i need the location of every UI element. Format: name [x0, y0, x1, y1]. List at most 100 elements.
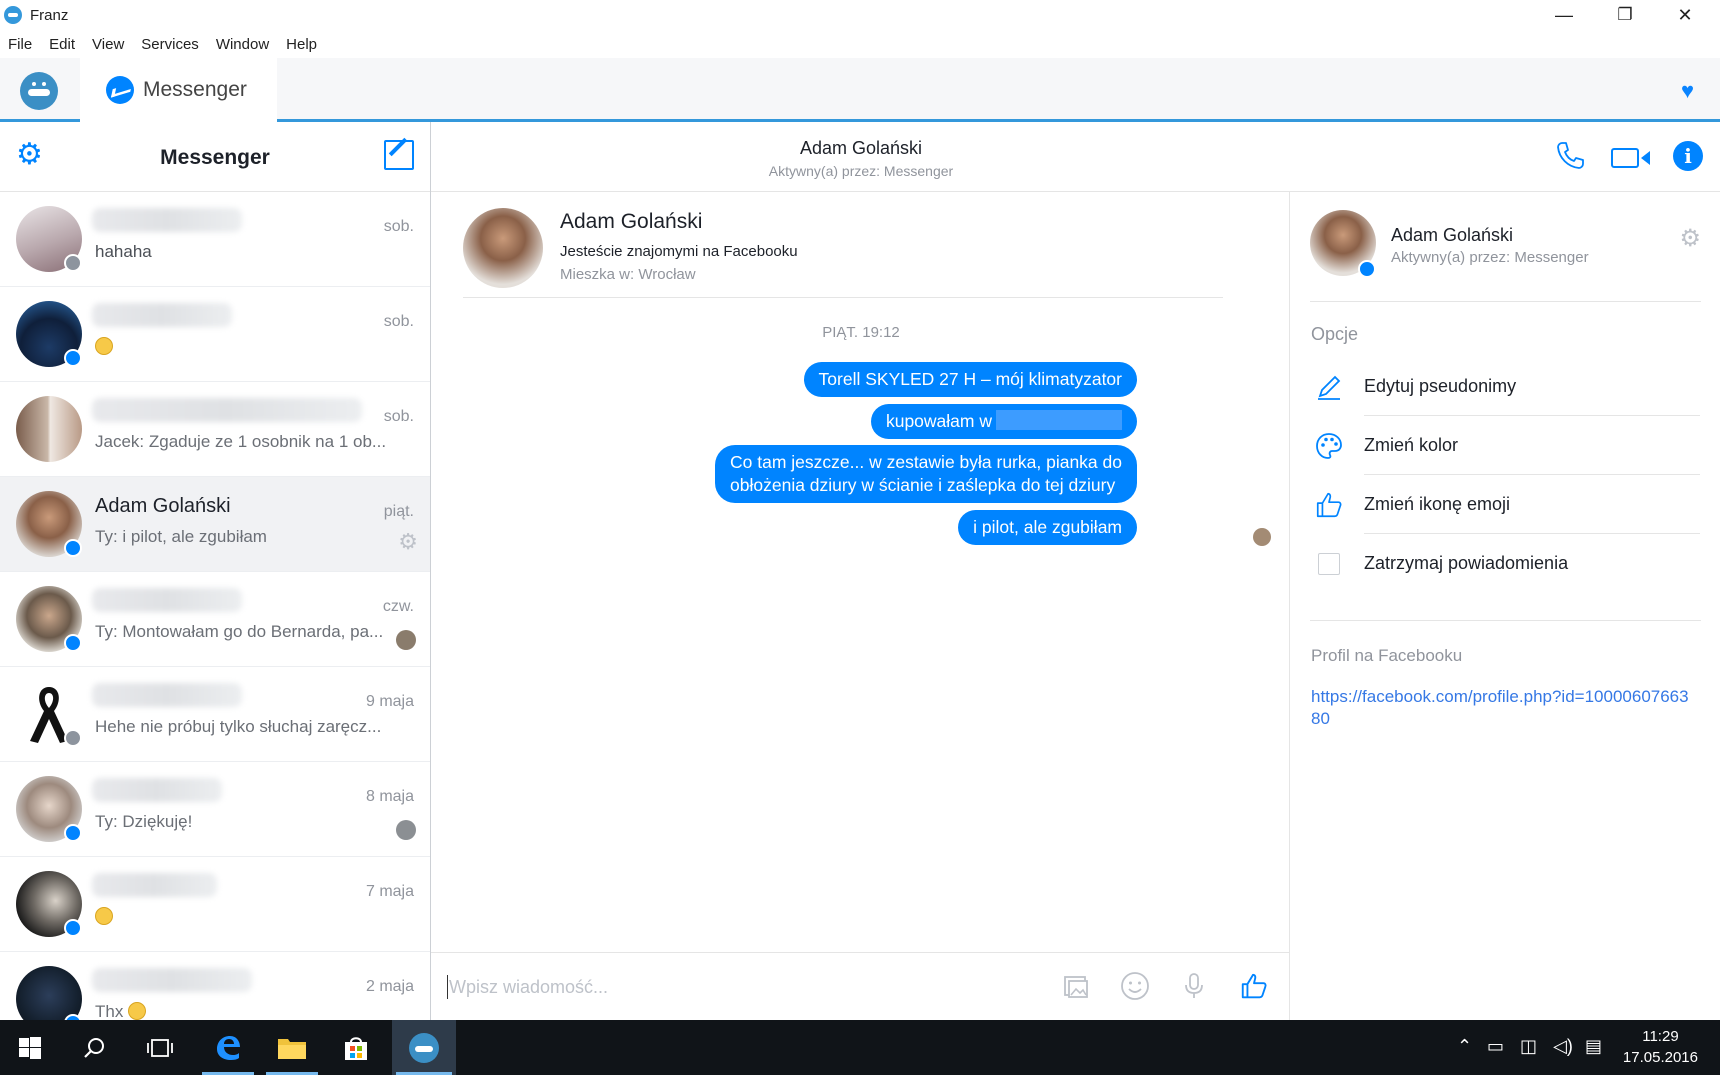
- info-contact-status: Aktywny(a) przez: Messenger: [1391, 249, 1589, 266]
- facebook-profile-link[interactable]: https://facebook.com/profile.php?id=1000…: [1311, 686, 1691, 730]
- franz-logo-icon[interactable]: [20, 72, 58, 110]
- microphone-icon[interactable]: [1179, 971, 1209, 1001]
- avatar: [16, 966, 82, 1020]
- contact-card-location: Mieszka w: Wrocław: [560, 266, 696, 283]
- conversation-time: czw.: [382, 598, 414, 615]
- avatar: [16, 396, 82, 462]
- conversation-time: 7 maja: [365, 883, 414, 900]
- change-color-option[interactable]: Zmień kolor: [1310, 417, 1700, 475]
- menu-help[interactable]: Help: [286, 36, 317, 53]
- menu-bar: File Edit View Services Window Help: [0, 30, 1720, 58]
- palette-icon: [1316, 433, 1342, 459]
- conversation-snippet: Hehe nie próbuj tylko słuchaj zaręcz...: [95, 717, 382, 736]
- profile-title: Profil na Facebooku: [1311, 646, 1463, 665]
- minimize-button[interactable]: —: [1535, 0, 1593, 30]
- info-header: Adam Golański Aktywny(a) przez: Messenge…: [1310, 210, 1701, 302]
- taskbar-edge[interactable]: [198, 1020, 258, 1075]
- thumbs-up-icon[interactable]: [1239, 971, 1269, 1001]
- windows-logo-icon: [19, 1036, 41, 1059]
- message-text: obłożenia dziury w ścianie i zaślepka do…: [730, 475, 1116, 495]
- emoji-icon[interactable]: [1120, 971, 1150, 1001]
- taskbar-file-explorer[interactable]: [262, 1020, 322, 1075]
- message-input[interactable]: Wpisz wiadomość...: [449, 977, 608, 998]
- taskbar-clock[interactable]: 11:29 17.05.2016: [1623, 1026, 1698, 1068]
- conversation-item[interactable]: 9 maja Hehe nie próbuj tylko słuchaj zar…: [0, 667, 430, 762]
- blurred-name: [92, 873, 217, 897]
- tab-messenger-label: Messenger: [143, 78, 247, 101]
- conversation-snippet: Ty: Montowałam go do Bernarda, pa...: [95, 622, 384, 641]
- blurred-name: [92, 968, 252, 992]
- conversation-snippet: Ty: Dziękuję!: [95, 812, 193, 831]
- conversation-item[interactable]: sob.: [0, 287, 430, 382]
- franz-app-icon: [4, 6, 22, 24]
- conversation-panel: Adam Golański Jesteście znajomymi na Fac…: [431, 192, 1289, 952]
- photo-icon[interactable]: [1061, 971, 1091, 1001]
- taskbar-store[interactable]: [326, 1020, 386, 1075]
- start-button[interactable]: [0, 1020, 60, 1075]
- mute-checkbox[interactable]: [1318, 553, 1340, 575]
- mute-notifications-option[interactable]: Zatrzymaj powiadomienia: [1310, 535, 1700, 593]
- menu-edit[interactable]: Edit: [49, 36, 75, 53]
- search-button[interactable]: [64, 1020, 124, 1075]
- message-bubble: kupowałam w: [870, 404, 1137, 439]
- chat-header: Adam Golański Aktywny(a) przez: Messenge…: [431, 122, 1720, 192]
- snippet-text: Thx: [95, 1002, 124, 1020]
- conversation-settings-gear-icon[interactable]: ⚙: [398, 529, 418, 555]
- messenger-badge-icon: [1358, 260, 1376, 278]
- close-button[interactable]: ✕: [1656, 0, 1714, 30]
- clock-time: 11:29: [1642, 1028, 1679, 1045]
- divider: [1364, 474, 1700, 475]
- contact-avatar[interactable]: [463, 208, 543, 288]
- maximize-button[interactable]: ❐: [1596, 0, 1654, 30]
- conversation-sidebar: ⚙ Messenger sob. hahaha sob. sob. Jacek:…: [0, 122, 431, 1020]
- divider: [1364, 415, 1700, 416]
- compose-icon[interactable]: [384, 140, 414, 170]
- conversation-snippet: hahaha: [95, 242, 152, 261]
- conversation-snippet: Jacek: Zgaduje ze 1 osobnik na 1 ob...: [95, 432, 387, 451]
- info-icon[interactable]: i: [1673, 141, 1703, 171]
- conversation-item[interactable]: sob. hahaha: [0, 192, 430, 287]
- phone-call-icon[interactable]: [1554, 140, 1586, 172]
- info-panel: Adam Golański Aktywny(a) przez: Messenge…: [1289, 192, 1720, 1020]
- action-center-icon[interactable]: ▤: [1585, 1036, 1602, 1057]
- message-bubble: Co tam jeszcze... w zestawie była rurka,…: [715, 445, 1137, 503]
- tray-chevron-up-icon[interactable]: ⌃: [1457, 1036, 1472, 1057]
- messenger-icon: [106, 76, 134, 104]
- menu-services[interactable]: Services: [141, 36, 199, 53]
- messenger-badge-icon: [64, 539, 82, 557]
- taskbar-franz[interactable]: [392, 1020, 456, 1075]
- video-call-icon[interactable]: [1611, 148, 1650, 168]
- tab-messenger[interactable]: Messenger: [80, 58, 277, 122]
- message-bubble: i pilot, ale zgubiłam: [958, 510, 1137, 545]
- menu-file[interactable]: File: [8, 36, 32, 53]
- facebook-badge-icon: [64, 729, 82, 747]
- menu-window[interactable]: Window: [216, 36, 269, 53]
- network-icon[interactable]: ◫: [1520, 1036, 1537, 1057]
- option-label: Edytuj pseudonimy: [1364, 376, 1517, 396]
- title-bar: Franz — ❐ ✕: [0, 0, 1720, 30]
- blurred-name: [92, 588, 242, 612]
- conversation-item[interactable]: czw. Ty: Montowałam go do Bernarda, pa..…: [0, 572, 430, 667]
- conversation-item[interactable]: 2 maja Thx: [0, 952, 430, 1020]
- task-view-icon: [147, 1038, 173, 1057]
- messenger-badge-icon: [64, 919, 82, 937]
- conversation-item[interactable]: 7 maja: [0, 857, 430, 952]
- conversation-item[interactable]: sob. Jacek: Zgaduje ze 1 osobnik na 1 ob…: [0, 382, 430, 477]
- gear-icon[interactable]: ⚙: [1679, 224, 1701, 253]
- battery-icon[interactable]: ▭: [1487, 1036, 1504, 1057]
- menu-view[interactable]: View: [92, 36, 124, 53]
- franz-app-icon: [409, 1032, 439, 1063]
- clock-date: 17.05.2016: [1622, 1049, 1698, 1066]
- change-emoji-option[interactable]: Zmień ikonę emoji: [1310, 476, 1700, 534]
- heart-icon[interactable]: ♥: [1681, 78, 1694, 104]
- contact-card-name[interactable]: Adam Golański: [560, 210, 702, 234]
- task-view-button[interactable]: [130, 1020, 190, 1075]
- conversation-time: piąt.: [383, 503, 414, 520]
- conversation-item-active[interactable]: Adam Golański piąt. Ty: i pilot, ale zgu…: [0, 477, 430, 572]
- volume-icon[interactable]: ◁): [1553, 1036, 1573, 1057]
- conversation-item[interactable]: 8 maja Ty: Dziękuję!: [0, 762, 430, 857]
- edit-nicknames-option[interactable]: Edytuj pseudonimy: [1310, 358, 1700, 416]
- conversation-time: 2 maja: [365, 978, 414, 995]
- option-label: Zatrzymaj powiadomienia: [1364, 553, 1569, 573]
- blurred-name: [92, 303, 232, 327]
